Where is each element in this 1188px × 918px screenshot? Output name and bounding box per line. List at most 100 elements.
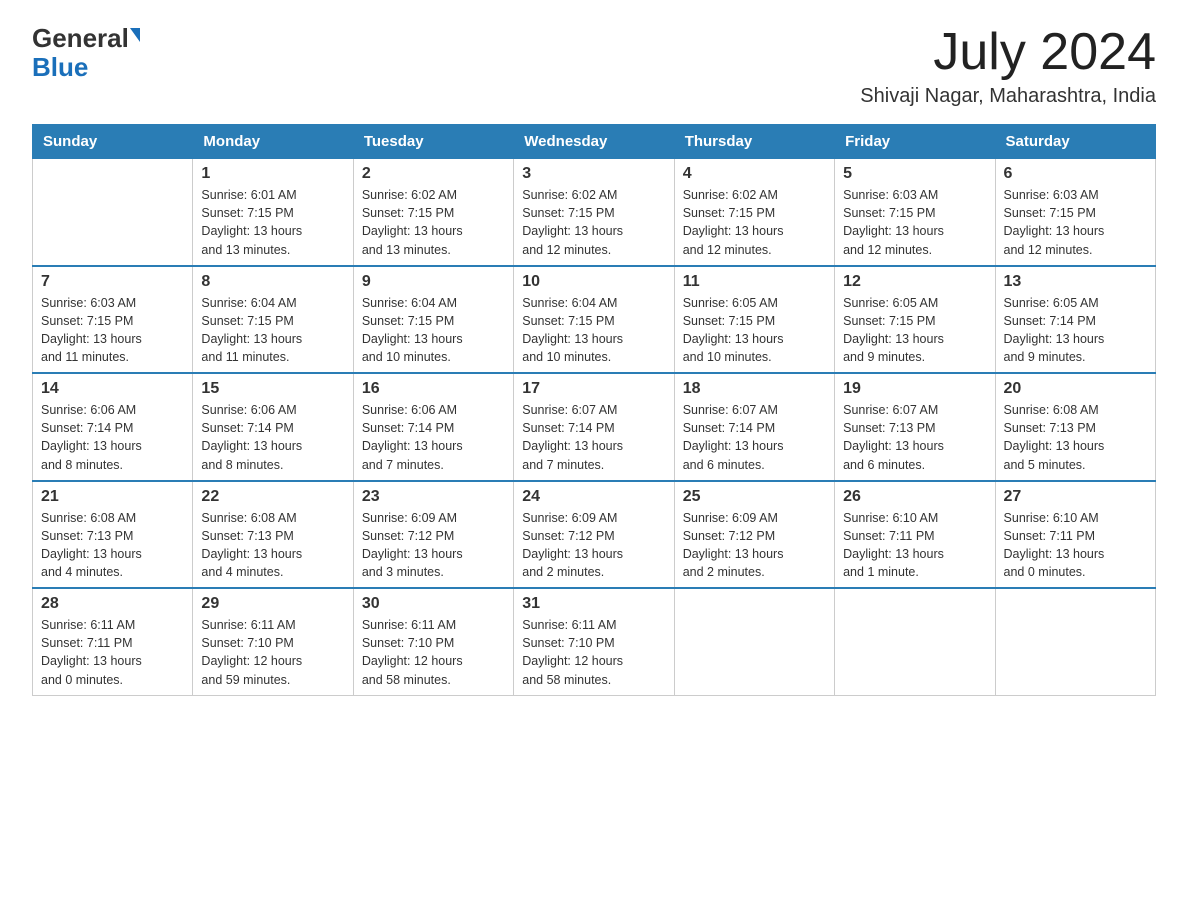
weekday-header-sunday: Sunday — [33, 125, 193, 159]
day-number: 4 — [683, 165, 826, 183]
day-number: 13 — [1004, 273, 1147, 291]
day-info: Sunrise: 6:07 AMSunset: 7:13 PMDaylight:… — [843, 401, 986, 474]
day-number: 31 — [522, 595, 665, 613]
calendar-cell: 13Sunrise: 6:05 AMSunset: 7:14 PMDayligh… — [995, 266, 1155, 374]
calendar-cell: 10 Sunrise: 6:04 AMSunset: 7:15 PMDayligh… — [514, 266, 674, 374]
day-info: Sunrise: 6:09 AMSunset: 7:12 PMDaylight:… — [522, 509, 665, 582]
calendar-cell: 22 Sunrise: 6:08 AMSunset: 7:13 PMDayligh… — [193, 481, 353, 589]
day-info: Sunrise: 6:10 AMSunset: 7:11 PMDaylight:… — [1004, 509, 1147, 582]
calendar-table: SundayMondayTuesdayWednesdayThursdayFrid… — [32, 124, 1156, 696]
calendar-cell: 26 Sunrise: 6:10 AMSunset: 7:11 PMDayligh… — [835, 481, 995, 589]
day-info: Sunrise: 6:02 AMSunset: 7:15 PMDaylight:… — [522, 186, 665, 259]
day-info: Sunrise: 6:11 AMSunset: 7:10 PMDaylight:… — [362, 616, 505, 689]
day-number: 8 — [201, 273, 344, 291]
calendar-cell: 24 Sunrise: 6:09 AMSunset: 7:12 PMDayligh… — [514, 481, 674, 589]
calendar-cell — [33, 159, 193, 266]
day-info: Sunrise: 6:08 AMSunset: 7:13 PMDaylight:… — [201, 509, 344, 582]
day-info: Sunrise: 6:02 AMSunset: 7:15 PMDaylight:… — [362, 186, 505, 259]
day-number: 15 — [201, 380, 344, 398]
day-info: Sunrise: 6:03 AMSunset: 7:15 PMDaylight:… — [843, 186, 986, 259]
day-number: 29 — [201, 595, 344, 613]
calendar-cell: 29 Sunrise: 6:11 AMSunset: 7:10 PMDayligh… — [193, 588, 353, 695]
calendar-cell: 11Sunrise: 6:05 AMSunset: 7:15 PMDayligh… — [674, 266, 834, 374]
calendar-cell — [835, 588, 995, 695]
day-number: 21 — [41, 488, 184, 506]
calendar-cell: 25 Sunrise: 6:09 AMSunset: 7:12 PMDayligh… — [674, 481, 834, 589]
calendar-cell: 27 Sunrise: 6:10 AMSunset: 7:11 PMDayligh… — [995, 481, 1155, 589]
day-number: 25 — [683, 488, 826, 506]
day-info: Sunrise: 6:06 AMSunset: 7:14 PMDaylight:… — [362, 401, 505, 474]
calendar-cell: 16 Sunrise: 6:06 AMSunset: 7:14 PMDayligh… — [353, 373, 513, 481]
weekday-header-thursday: Thursday — [674, 125, 834, 159]
day-number: 1 — [201, 165, 344, 183]
day-info: Sunrise: 6:08 AMSunset: 7:13 PMDaylight:… — [41, 509, 184, 582]
day-info: Sunrise: 6:11 AMSunset: 7:10 PMDaylight:… — [201, 616, 344, 689]
calendar-cell: 12Sunrise: 6:05 AMSunset: 7:15 PMDayligh… — [835, 266, 995, 374]
day-number: 17 — [522, 380, 665, 398]
day-number: 6 — [1004, 165, 1147, 183]
calendar-week-row: 21 Sunrise: 6:08 AMSunset: 7:13 PMDayligh… — [33, 481, 1156, 589]
calendar-cell: 7 Sunrise: 6:03 AMSunset: 7:15 PMDaylight… — [33, 266, 193, 374]
calendar-cell: 15 Sunrise: 6:06 AMSunset: 7:14 PMDayligh… — [193, 373, 353, 481]
calendar-cell: 4Sunrise: 6:02 AMSunset: 7:15 PMDaylight… — [674, 159, 834, 266]
day-number: 2 — [362, 165, 505, 183]
month-year-title: July 2024 — [860, 24, 1156, 81]
page-header: General Blue July 2024 Shivaji Nagar, Ma… — [32, 24, 1156, 108]
calendar-cell: 30 Sunrise: 6:11 AMSunset: 7:10 PMDayligh… — [353, 588, 513, 695]
weekday-header-monday: Monday — [193, 125, 353, 159]
calendar-cell: 20 Sunrise: 6:08 AMSunset: 7:13 PMDayligh… — [995, 373, 1155, 481]
day-info: Sunrise: 6:01 AMSunset: 7:15 PMDaylight:… — [201, 186, 344, 259]
weekday-header-wednesday: Wednesday — [514, 125, 674, 159]
day-number: 24 — [522, 488, 665, 506]
day-info: Sunrise: 6:03 AMSunset: 7:15 PMDaylight:… — [1004, 186, 1147, 259]
calendar-cell: 28Sunrise: 6:11 AMSunset: 7:11 PMDayligh… — [33, 588, 193, 695]
day-info: Sunrise: 6:07 AMSunset: 7:14 PMDaylight:… — [522, 401, 665, 474]
calendar-cell: 17 Sunrise: 6:07 AMSunset: 7:14 PMDayligh… — [514, 373, 674, 481]
day-number: 19 — [843, 380, 986, 398]
calendar-cell: 5Sunrise: 6:03 AMSunset: 7:15 PMDaylight… — [835, 159, 995, 266]
day-info: Sunrise: 6:03 AMSunset: 7:15 PMDaylight:… — [41, 294, 184, 367]
day-info: Sunrise: 6:05 AMSunset: 7:15 PMDaylight:… — [843, 294, 986, 367]
calendar-cell: 31 Sunrise: 6:11 AMSunset: 7:10 PMDayligh… — [514, 588, 674, 695]
day-number: 22 — [201, 488, 344, 506]
logo: General Blue — [32, 24, 140, 81]
calendar-cell: 9Sunrise: 6:04 AMSunset: 7:15 PMDaylight… — [353, 266, 513, 374]
day-info: Sunrise: 6:10 AMSunset: 7:11 PMDaylight:… — [843, 509, 986, 582]
location-subtitle: Shivaji Nagar, Maharashtra, India — [860, 85, 1156, 108]
weekday-header-friday: Friday — [835, 125, 995, 159]
day-number: 10 — [522, 273, 665, 291]
title-block: July 2024 Shivaji Nagar, Maharashtra, In… — [860, 24, 1156, 108]
day-number: 23 — [362, 488, 505, 506]
day-number: 30 — [362, 595, 505, 613]
calendar-cell — [995, 588, 1155, 695]
calendar-cell: 18Sunrise: 6:07 AMSunset: 7:14 PMDayligh… — [674, 373, 834, 481]
day-info: Sunrise: 6:09 AMSunset: 7:12 PMDaylight:… — [683, 509, 826, 582]
calendar-cell: 2 Sunrise: 6:02 AMSunset: 7:15 PMDaylight… — [353, 159, 513, 266]
day-number: 16 — [362, 380, 505, 398]
day-info: Sunrise: 6:11 AMSunset: 7:10 PMDaylight:… — [522, 616, 665, 689]
day-info: Sunrise: 6:07 AMSunset: 7:14 PMDaylight:… — [683, 401, 826, 474]
day-info: Sunrise: 6:08 AMSunset: 7:13 PMDaylight:… — [1004, 401, 1147, 474]
day-number: 27 — [1004, 488, 1147, 506]
logo-general-text: General — [32, 24, 129, 53]
day-number: 20 — [1004, 380, 1147, 398]
day-info: Sunrise: 6:09 AMSunset: 7:12 PMDaylight:… — [362, 509, 505, 582]
day-info: Sunrise: 6:06 AMSunset: 7:14 PMDaylight:… — [201, 401, 344, 474]
calendar-week-row: 28Sunrise: 6:11 AMSunset: 7:11 PMDayligh… — [33, 588, 1156, 695]
calendar-header-row: SundayMondayTuesdayWednesdayThursdayFrid… — [33, 125, 1156, 159]
day-number: 7 — [41, 273, 184, 291]
day-number: 11 — [683, 273, 826, 291]
calendar-week-row: 14Sunrise: 6:06 AMSunset: 7:14 PMDayligh… — [33, 373, 1156, 481]
day-info: Sunrise: 6:04 AMSunset: 7:15 PMDaylight:… — [522, 294, 665, 367]
calendar-cell: 1 Sunrise: 6:01 AMSunset: 7:15 PMDaylight… — [193, 159, 353, 266]
calendar-week-row: 1 Sunrise: 6:01 AMSunset: 7:15 PMDaylight… — [33, 159, 1156, 266]
calendar-cell: 21 Sunrise: 6:08 AMSunset: 7:13 PMDayligh… — [33, 481, 193, 589]
day-number: 26 — [843, 488, 986, 506]
weekday-header-tuesday: Tuesday — [353, 125, 513, 159]
logo-triangle-icon — [130, 28, 140, 42]
day-info: Sunrise: 6:04 AMSunset: 7:15 PMDaylight:… — [201, 294, 344, 367]
calendar-cell: 14Sunrise: 6:06 AMSunset: 7:14 PMDayligh… — [33, 373, 193, 481]
day-number: 28 — [41, 595, 184, 613]
calendar-cell: 23 Sunrise: 6:09 AMSunset: 7:12 PMDayligh… — [353, 481, 513, 589]
calendar-cell: 8 Sunrise: 6:04 AMSunset: 7:15 PMDaylight… — [193, 266, 353, 374]
